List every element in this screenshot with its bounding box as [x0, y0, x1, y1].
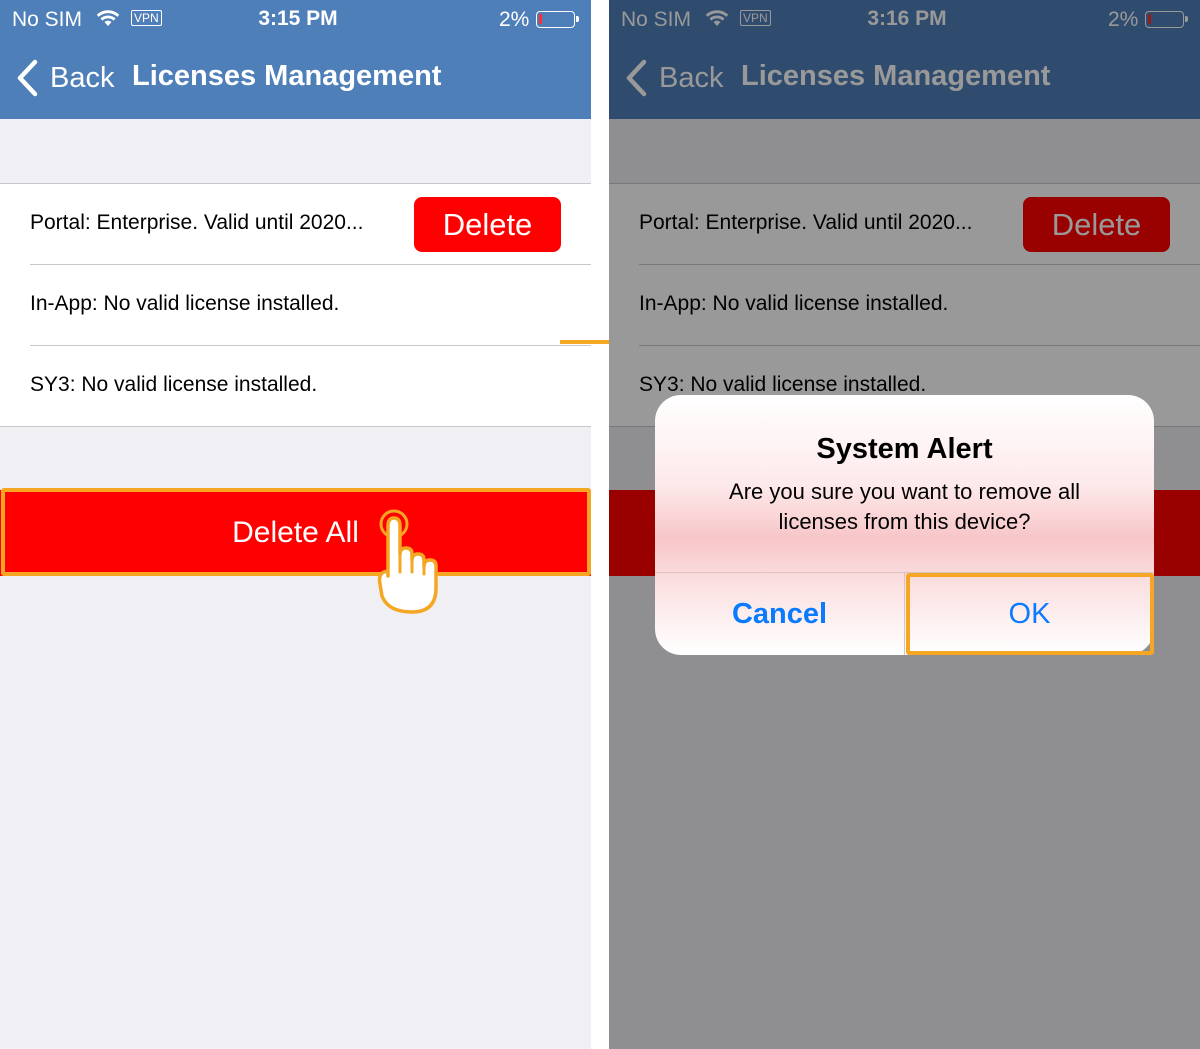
alert-message: Are you sure you want to remove all lice…: [729, 479, 1080, 534]
right-phone-screen: No SIM VPN 3:16 PM 2% Back Licenses Mana…: [609, 0, 1200, 1049]
list-item[interactable]: In-App: No valid license installed.: [0, 265, 591, 346]
list-item[interactable]: Portal: Enterprise. Valid until 2020... …: [0, 184, 591, 265]
cancel-button[interactable]: Cancel: [655, 573, 904, 655]
left-phone-screen: No SIM VPN 3:15 PM 2% Back Licenses Mana…: [0, 0, 591, 1049]
tap-hand-icon: [377, 509, 438, 614]
page-title: Licenses Management: [132, 60, 442, 92]
license-text: SY3: No valid license installed.: [30, 373, 318, 396]
license-text: In-App: No valid license installed.: [30, 292, 340, 315]
battery-percent: 2%: [499, 8, 530, 31]
list-item[interactable]: SY3: No valid license installed.: [0, 346, 591, 427]
navigation-bar: No SIM VPN 3:15 PM 2% Back Licenses Mana…: [0, 0, 591, 119]
delete-all-button[interactable]: Delete All: [0, 490, 591, 576]
system-alert-dialog: System Alert Are you sure you want to re…: [655, 395, 1154, 655]
license-text: Portal: Enterprise. Valid until 2020...: [30, 211, 364, 234]
alert-title: System Alert: [816, 433, 993, 465]
tutorial-canvas: No SIM VPN 3:15 PM 2% Back Licenses Mana…: [0, 0, 1200, 1049]
battery-icon: [536, 11, 579, 28]
status-bar: No SIM VPN 3:15 PM 2%: [0, 0, 591, 40]
ok-button[interactable]: OK: [905, 573, 1154, 655]
delete-license-button[interactable]: Delete: [414, 197, 561, 252]
license-list: Portal: Enterprise. Valid until 2020... …: [0, 183, 591, 427]
chevron-left-icon: [17, 59, 38, 97]
back-button[interactable]: Back: [14, 58, 114, 98]
back-label: Back: [50, 61, 115, 94]
